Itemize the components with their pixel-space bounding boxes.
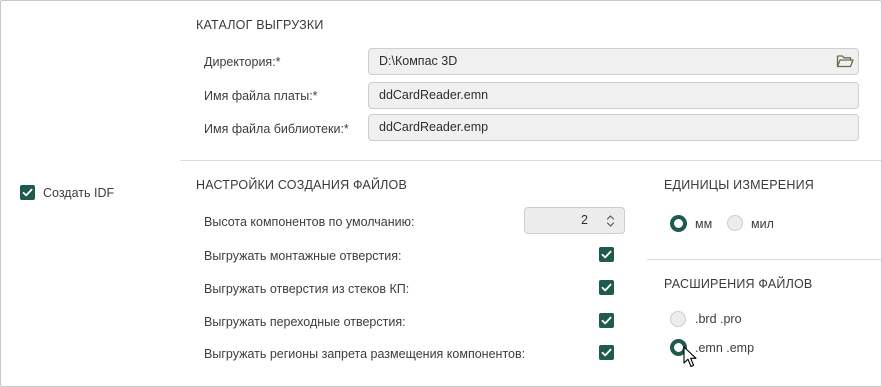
divider	[180, 160, 881, 161]
height-label: Высота компонентов по умолчанию:	[204, 215, 415, 229]
file-settings-title: НАСТРОЙКИ СОЗДАНИЯ ФАЙЛОВ	[196, 178, 407, 192]
divider	[647, 259, 881, 260]
unit-mm-label: мм	[695, 217, 713, 231]
check-icon	[601, 348, 612, 357]
ext-brd-pro-label: .brd .pro	[695, 312, 742, 326]
folder-icon[interactable]	[836, 53, 854, 69]
ext-brd-pro-radio[interactable]	[670, 311, 686, 327]
board-file-field[interactable]: ddCardReader.emn	[368, 82, 859, 109]
directory-field[interactable]: D:\Компас 3D	[368, 48, 859, 75]
chevron-up-down-icon[interactable]	[606, 214, 615, 228]
option-pad-stack-holes-checkbox[interactable]	[599, 280, 614, 295]
create-idf-label: Создать IDF	[43, 186, 115, 200]
mouse-pointer-icon	[683, 346, 697, 368]
library-file-label: Имя файла библиотеки:*	[204, 122, 349, 136]
library-file-field[interactable]: ddCardReader.emp	[368, 114, 859, 141]
export-dir-title: КАТАЛОГ ВЫГРУЗКИ	[196, 18, 324, 32]
board-file-value: ddCardReader.emn	[379, 88, 489, 102]
height-stepper[interactable]: 2	[524, 207, 625, 234]
unit-mil-label: мил	[751, 217, 774, 231]
check-icon	[601, 250, 612, 259]
board-file-label: Имя файла платы:*	[204, 89, 318, 103]
ext-emn-emp-label: .emn .emp	[695, 341, 755, 355]
units-title: ЕДИНИЦЫ ИЗМЕРЕНИЯ	[664, 178, 814, 192]
extensions-title: РАСШИРЕНИЯ ФАЙЛОВ	[664, 277, 813, 291]
option-keepout-regions-label: Выгружать регионы запрета размещения ком…	[204, 347, 526, 361]
directory-label: Директория:*	[204, 55, 281, 69]
height-value: 2	[581, 213, 588, 227]
option-pad-stack-holes-label: Выгружать отверстия из стеков КП:	[204, 282, 410, 296]
check-icon	[601, 283, 612, 292]
library-file-value: ddCardReader.emp	[379, 120, 489, 134]
option-keepout-regions-checkbox[interactable]	[599, 345, 614, 360]
directory-value: D:\Компас 3D	[379, 54, 458, 68]
option-via-holes-checkbox[interactable]	[599, 313, 614, 328]
check-icon	[22, 188, 33, 197]
option-mounting-holes-label: Выгружать монтажные отверстия:	[204, 249, 402, 263]
create-idf-checkbox[interactable]	[20, 185, 35, 200]
unit-mm-radio[interactable]	[670, 215, 687, 232]
option-via-holes-label: Выгружать переходные отверстия:	[204, 315, 406, 329]
check-icon	[601, 316, 612, 325]
unit-mil-radio[interactable]	[727, 215, 743, 231]
option-mounting-holes-checkbox[interactable]	[599, 247, 614, 262]
